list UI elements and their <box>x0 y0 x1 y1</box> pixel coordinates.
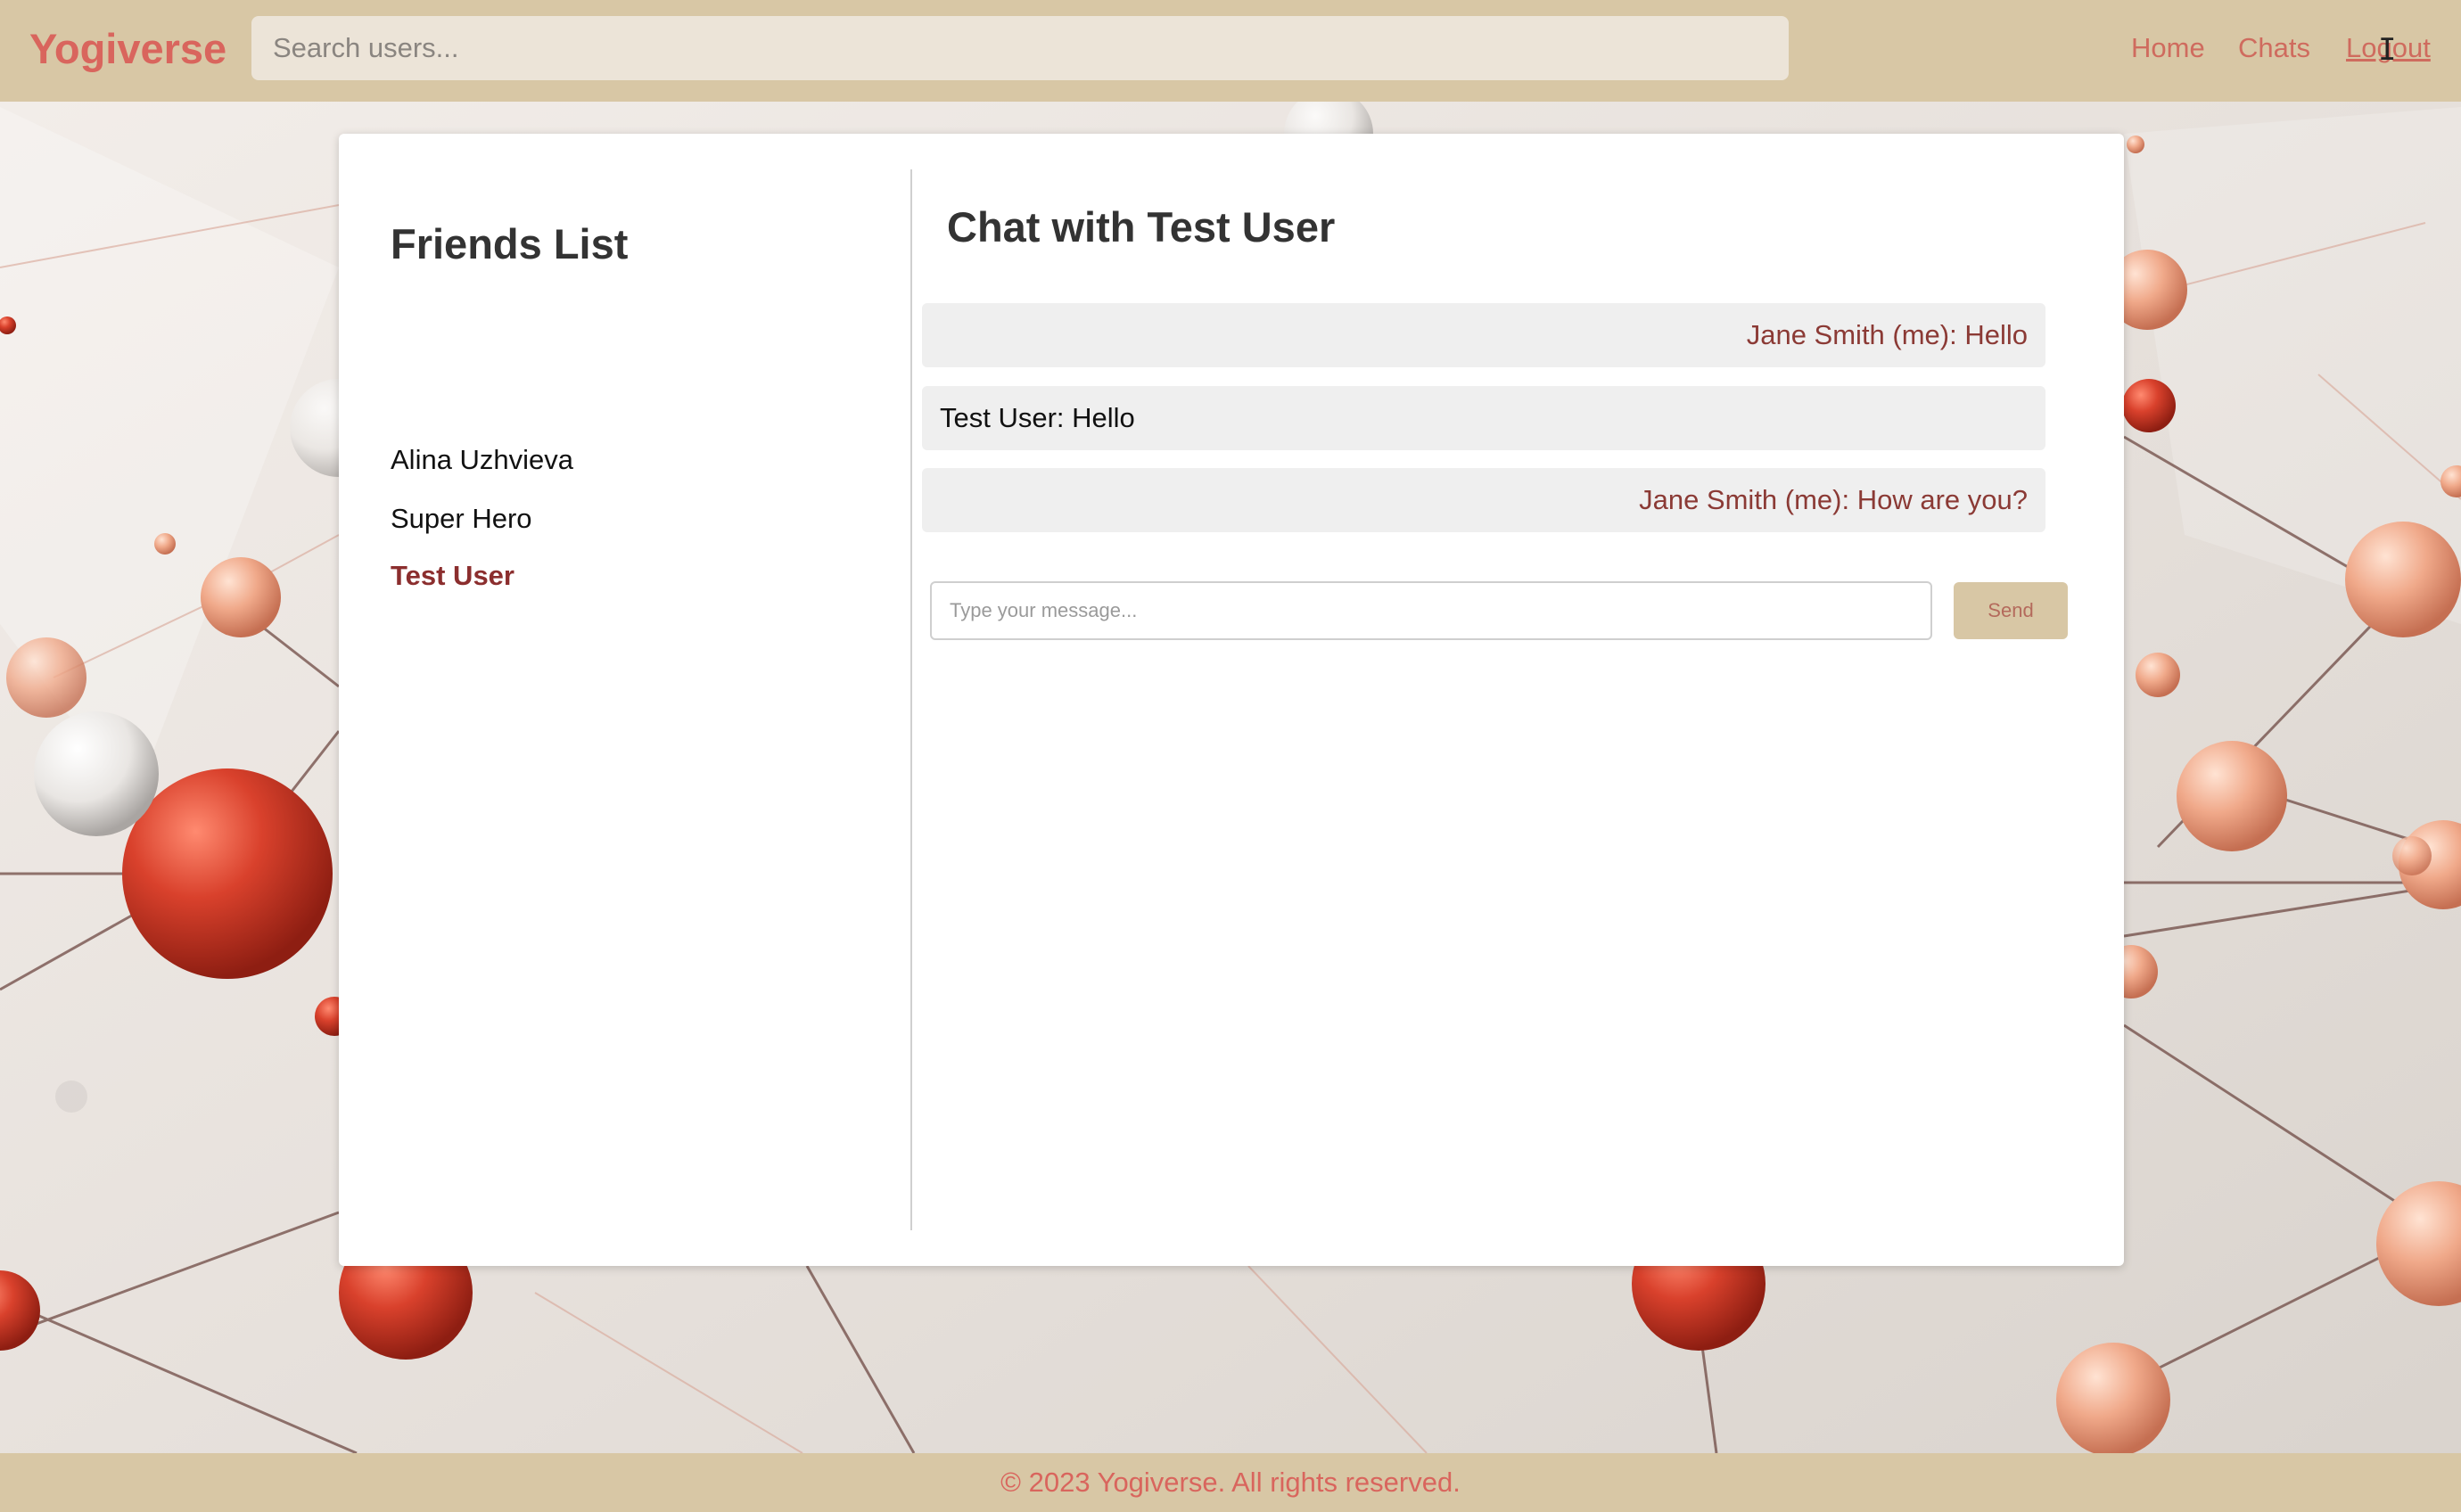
search-input[interactable] <box>271 31 1769 65</box>
friends-panel: Friends List Alina Uzhvieva Super Hero T… <box>339 134 911 1266</box>
message-own: Jane Smith (me): How are you? <box>922 468 2045 532</box>
panel-divider <box>910 169 912 1230</box>
send-button[interactable]: Send <box>1954 582 2068 639</box>
top-navigation-bar: Yogiverse Home Chats Logout I <box>0 0 2461 102</box>
footer: © 2023 Yogiverse. All rights reserved. <box>0 1453 2461 1512</box>
chat-card: Friends List Alina Uzhvieva Super Hero T… <box>339 134 2124 1266</box>
nav-home-link[interactable]: Home <box>2131 29 2205 68</box>
message-received: Test User: Hello <box>922 386 2045 450</box>
message-input[interactable] <box>930 581 1932 640</box>
brand-logo[interactable]: Yogiverse <box>29 21 226 77</box>
friends-list-title: Friends List <box>391 220 629 267</box>
footer-copyright: © 2023 Yogiverse. All rights reserved. <box>1000 1467 1461 1498</box>
nav-chats-link[interactable]: Chats <box>2238 29 2310 68</box>
friend-item-alina-uzhvieva[interactable]: Alina Uzhvieva <box>391 440 573 480</box>
message-own: Jane Smith (me): Hello <box>922 303 2045 367</box>
search-box[interactable] <box>251 16 1789 80</box>
chat-title: Chat with Test User <box>947 203 1336 251</box>
friend-item-super-hero[interactable]: Super Hero <box>391 499 532 538</box>
text-cursor-icon: I <box>2378 32 2397 68</box>
friend-item-test-user-active[interactable]: Test User <box>391 556 514 596</box>
